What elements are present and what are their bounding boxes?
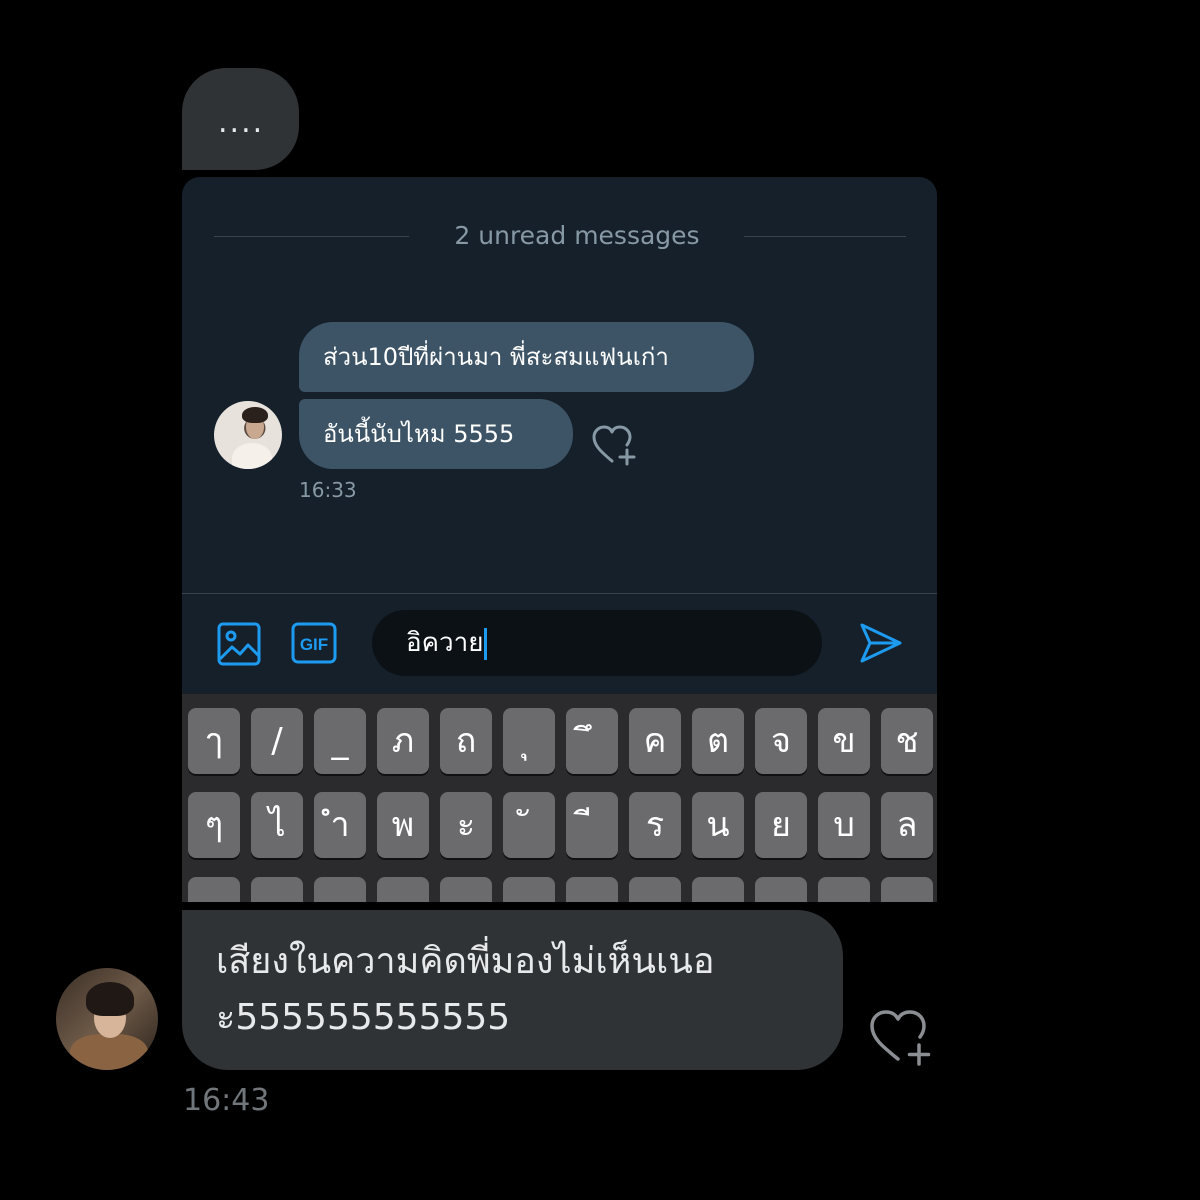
key[interactable]: ำ: [314, 792, 366, 858]
message-timestamp: 16:33: [299, 478, 357, 502]
key[interactable]: ต: [692, 708, 744, 774]
key[interactable]: ุ: [503, 708, 555, 774]
key[interactable]: [314, 877, 366, 902]
embedded-screenshot: 2 unread messages ส่วน10ปีที่ผ่านมา พี่ส…: [182, 177, 937, 902]
key[interactable]: ถ: [440, 708, 492, 774]
key[interactable]: ไ: [251, 792, 303, 858]
key[interactable]: [503, 877, 555, 902]
key[interactable]: ร: [629, 792, 681, 858]
heart-plus-icon[interactable]: [868, 1008, 934, 1066]
keyboard-row-3: [188, 877, 934, 902]
key[interactable]: บ: [818, 792, 870, 858]
message-bubble[interactable]: อันนี้นับไหม 5555: [299, 399, 573, 469]
heart-plus-icon[interactable]: [590, 423, 638, 467]
thai-keyboard: ๅ / _ ภ ถ ุ ึ ค ต จ ข ช ๆ ไ ำ พ ะ ั ี: [182, 694, 937, 902]
key[interactable]: [881, 877, 933, 902]
ellipsis-text: ....: [218, 105, 265, 140]
message-bubble[interactable]: ส่วน10ปีที่ผ่านมา พี่สะสมแฟนเก่า: [299, 322, 754, 392]
key[interactable]: จ: [755, 708, 807, 774]
reply-line-2: ะ555555555555: [216, 997, 511, 1038]
key[interactable]: [188, 877, 240, 902]
send-icon[interactable]: [858, 620, 904, 666]
dm-conversation: .... 2 unread messages ส่วน10ปีที่ผ่านมา…: [0, 0, 1200, 1200]
text-caret: [484, 627, 488, 660]
divider-line-left: [214, 236, 409, 237]
divider-line-right: [744, 236, 906, 237]
key[interactable]: [818, 877, 870, 902]
keyboard-row-2: ๆ ไ ำ พ ะ ั ี ร น ย บ ล: [188, 792, 934, 862]
avatar[interactable]: [56, 968, 158, 1070]
key[interactable]: ั: [503, 792, 555, 858]
image-icon[interactable]: [216, 621, 262, 667]
reply-line-1: เสียงในความคิดพี่มองไม่เห็นเนอ: [216, 941, 715, 982]
unread-divider: 2 unread messages: [214, 221, 906, 251]
key[interactable]: [566, 877, 618, 902]
key[interactable]: ๅ: [188, 708, 240, 774]
key[interactable]: ๆ: [188, 792, 240, 858]
key[interactable]: [251, 877, 303, 902]
unread-label: 2 unread messages: [454, 221, 700, 250]
message-timestamp: 16:43: [183, 1083, 270, 1118]
message-input-value: อิควาย: [406, 628, 484, 658]
key[interactable]: ะ: [440, 792, 492, 858]
key[interactable]: ี: [566, 792, 618, 858]
key[interactable]: น: [692, 792, 744, 858]
key[interactable]: ย: [755, 792, 807, 858]
keyboard-row-1: ๅ / _ ภ ถ ุ ึ ค ต จ ข ช: [188, 708, 934, 778]
key[interactable]: ล: [881, 792, 933, 858]
message-composer: GIF อิควาย: [182, 594, 937, 694]
previous-message-bubble: ....: [182, 68, 299, 170]
key[interactable]: [377, 877, 429, 902]
gif-icon[interactable]: GIF: [290, 621, 338, 665]
key[interactable]: ช: [881, 708, 933, 774]
reply-message-bubble[interactable]: เสียงในความคิดพี่มองไม่เห็นเนอ ะ55555555…: [182, 910, 843, 1070]
key[interactable]: ึ: [566, 708, 618, 774]
key[interactable]: _: [314, 708, 366, 774]
key[interactable]: [692, 877, 744, 902]
key[interactable]: ค: [629, 708, 681, 774]
key[interactable]: [629, 877, 681, 902]
message-input[interactable]: อิควาย: [372, 610, 822, 676]
key[interactable]: [755, 877, 807, 902]
key[interactable]: /: [251, 708, 303, 774]
key[interactable]: ข: [818, 708, 870, 774]
key[interactable]: พ: [377, 792, 429, 858]
key[interactable]: ภ: [377, 708, 429, 774]
avatar[interactable]: [214, 401, 282, 469]
key[interactable]: [440, 877, 492, 902]
gif-label: GIF: [300, 635, 328, 654]
